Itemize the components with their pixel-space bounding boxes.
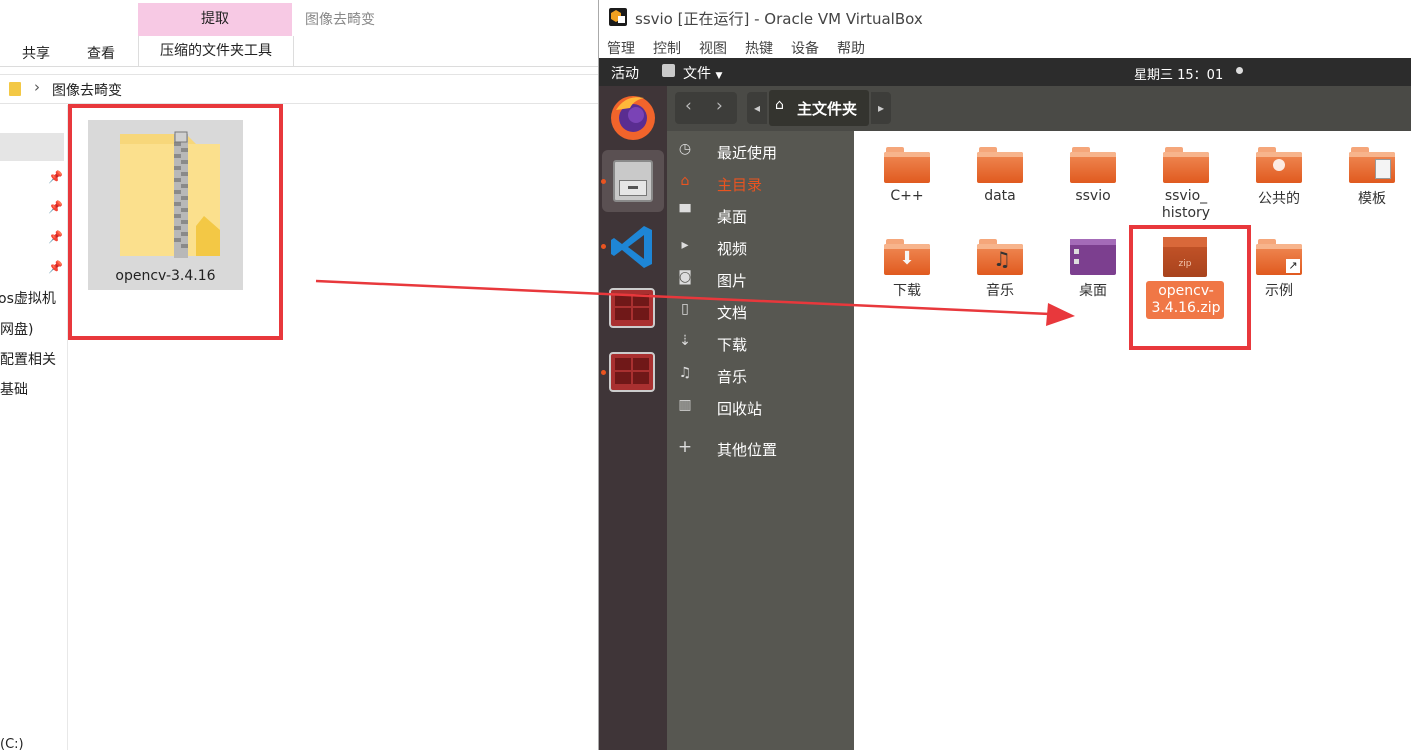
annotation-arrow [315,279,1075,326]
